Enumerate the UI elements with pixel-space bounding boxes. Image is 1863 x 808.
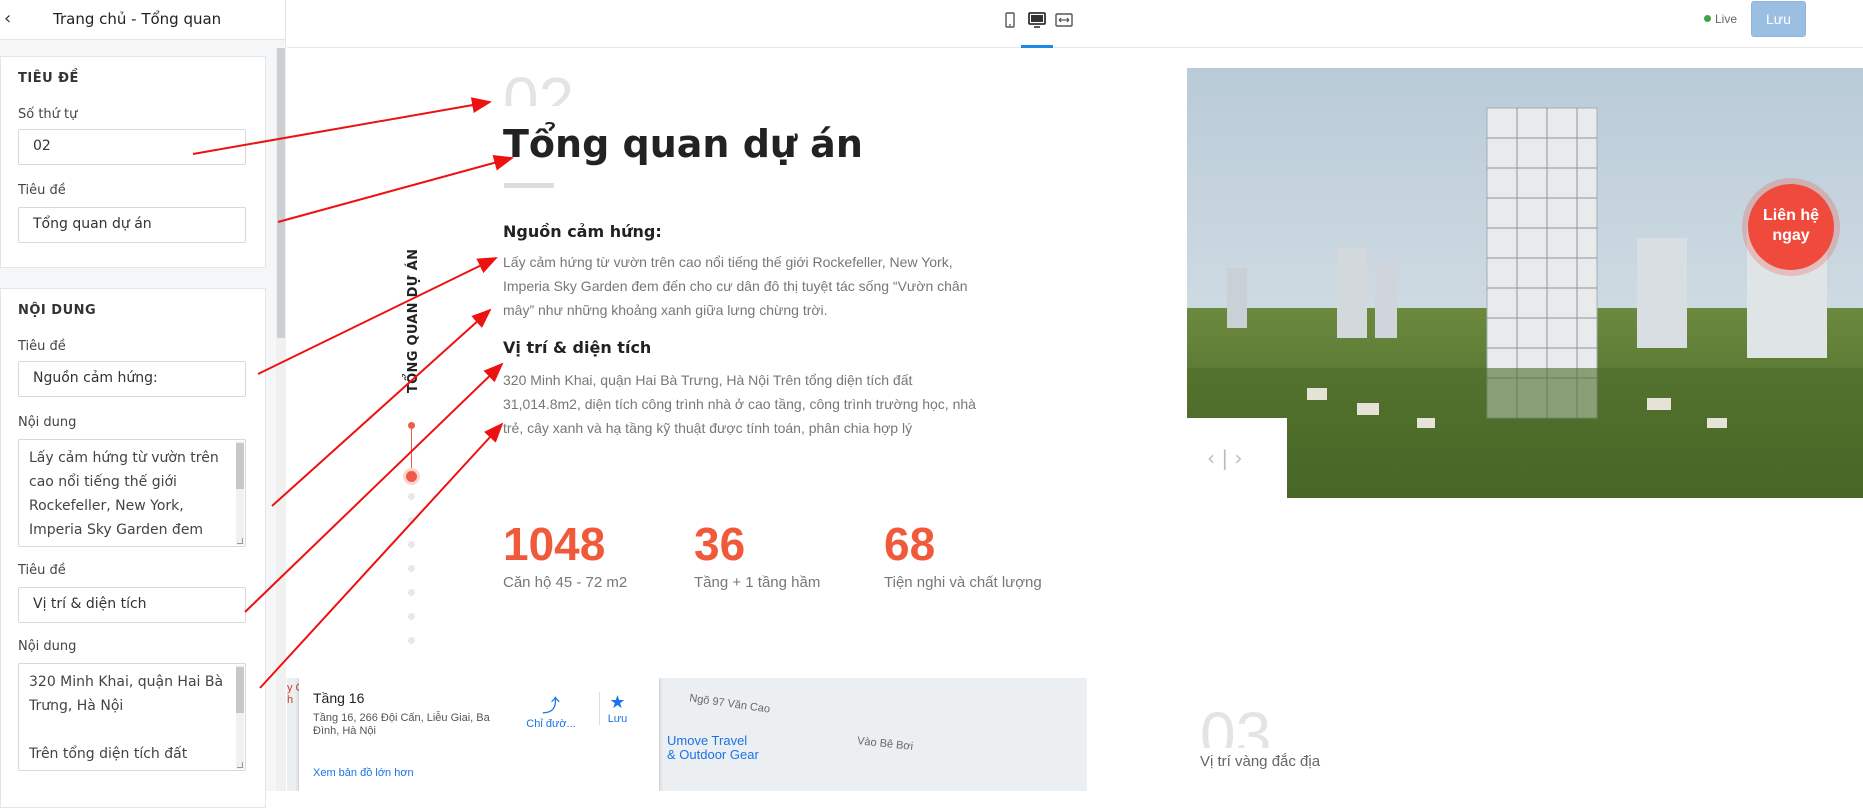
nav-dot[interactable] — [408, 422, 415, 429]
save-button[interactable]: Lưu — [1751, 1, 1806, 37]
content2-textarea[interactable]: 320 Minh Khai, quận Hai Bà Trưng, Hà Nội… — [18, 663, 246, 771]
next-section-number: 03 — [1200, 703, 1272, 748]
map-address: Tầng 16, 266 Đội Cấn, Liễu Giai, Ba Đình… — [313, 712, 490, 737]
map-place-name: Tầng 16 — [313, 690, 365, 706]
cta-line1: Liên hệ — [1762, 207, 1819, 224]
content1-textarea[interactable]: Lấy cảm hứng từ vườn trên cao nổi tiếng … — [18, 439, 246, 547]
editor-sidebar: ‹ Trang chủ - Tổng quan TIÊU ĐỀ Số thứ t… — [0, 0, 286, 808]
directions-icon: ⤴ — [542, 696, 560, 716]
desktop-icon[interactable] — [1027, 10, 1047, 30]
section-title: Tổng quan dự án — [503, 122, 863, 166]
stat-label: Tiện nghi và chất lượng — [884, 574, 1042, 591]
map-save-label: Lưu — [607, 713, 628, 725]
content-title2-label: Tiêu đề — [18, 563, 66, 578]
map-street: Vào Bê Bơi — [856, 735, 914, 753]
stat-apartments: 1048 Căn hộ 45 - 72 m2 — [503, 518, 627, 591]
content1-text: Lấy cảm hứng từ vườn trên cao nổi tiếng … — [29, 450, 219, 538]
title-input[interactable]: Tổng quan dự án — [18, 207, 246, 243]
block1-text: Lấy cảm hứng từ vườn trên cao nổi tiếng … — [503, 254, 968, 318]
number-input[interactable]: 02 — [18, 129, 246, 165]
map-poi[interactable]: Umove Travel & Outdoor Gear — [667, 734, 759, 762]
title-label: Tiêu đề — [18, 183, 66, 198]
content-title1-input[interactable]: Nguồn cảm hứng: — [18, 361, 246, 397]
directions-label: Chỉ đườ... — [526, 718, 576, 730]
next-arrow-icon[interactable]: › — [1234, 446, 1242, 470]
block1-title: Nguồn cảm hứng: — [503, 222, 662, 241]
star-icon: ★ — [609, 692, 626, 712]
slider-arrows: ‹ | › — [1207, 446, 1243, 470]
fullwidth-icon[interactable] — [1054, 10, 1074, 30]
map-corner-label2: h — [287, 694, 294, 706]
content2-line2: Trên tổng diện tích đất — [29, 746, 188, 762]
nav-dot[interactable] — [408, 565, 415, 572]
nav-dot[interactable] — [408, 517, 415, 524]
prev-arrow-icon[interactable]: ‹ — [1207, 446, 1215, 470]
stat-value: 1048 — [503, 518, 606, 570]
page-preview: 02 Tổng quan dự án TỔNG QUAN DỰ ÁN Nguồn… — [287, 48, 1863, 791]
number-label: Số thứ tự — [18, 107, 78, 122]
textarea-scrollbar[interactable] — [236, 441, 244, 545]
live-label: Live — [1715, 12, 1738, 26]
content-title1-label: Tiêu đề — [18, 339, 66, 354]
textarea-scrollbar[interactable] — [236, 665, 244, 769]
map-street: Ngõ 97 Văn Cao — [688, 692, 771, 716]
title-panel: TIÊU ĐỀ Số thứ tự 02 Tiêu đề Tổng quan d… — [0, 56, 266, 268]
nav-dot[interactable] — [408, 613, 415, 620]
resize-handle[interactable] — [237, 762, 243, 768]
live-dot-icon — [1704, 15, 1711, 22]
next-section-subtitle: Vị trí vàng đắc địa — [1200, 753, 1321, 770]
project-photo — [1187, 68, 1863, 498]
contact-cta-button[interactable]: Liên hệ ngay — [1748, 184, 1834, 270]
embedded-map[interactable]: y Cổ Phần h Tầng 16 Tầng 16, 266 Đội Cấn… — [287, 678, 1087, 791]
content2-label: Nội dung — [18, 639, 77, 654]
content1-label: Nội dung — [18, 415, 77, 430]
editor-topbar: Live Lưu — [287, 0, 1863, 48]
back-arrow-icon[interactable]: ‹ — [4, 10, 11, 28]
stat-value: 36 — [694, 518, 746, 570]
title-underline — [504, 183, 554, 188]
content-title2-input[interactable]: Vị trí & diện tích — [18, 587, 246, 623]
nav-dot[interactable] — [408, 637, 415, 644]
directions-button[interactable]: ⤴ Chỉ đườ... — [521, 692, 581, 730]
panel-heading: NỘI DUNG — [18, 303, 97, 318]
nav-dot[interactable] — [408, 541, 415, 548]
section-number: 02 — [503, 68, 575, 106]
larger-map-link[interactable]: Xem bản đồ lớn hơn — [313, 767, 414, 779]
nav-dot[interactable] — [408, 589, 415, 596]
stat-amenities: 68 Tiện nghi và chất lượng — [884, 518, 1042, 591]
cta-line2: ngay — [1772, 227, 1810, 244]
stat-label: Tầng + 1 tầng hầm — [694, 574, 821, 591]
nav-dot[interactable] — [408, 493, 415, 500]
map-place-card: Tầng 16 Tầng 16, 266 Đội Cấn, Liễu Giai,… — [299, 678, 659, 791]
content2-line1: 320 Minh Khai, quận Hai Bà Trưng, Hà Nội — [29, 674, 224, 714]
sidebar-header: ‹ Trang chủ - Tổng quan — [0, 0, 285, 40]
mobile-icon[interactable] — [1000, 10, 1020, 30]
sidebar-scrollbar[interactable] — [276, 48, 286, 791]
live-status: Live — [1704, 12, 1737, 26]
stat-value: 68 — [884, 518, 936, 570]
content-panel: NỘI DUNG Tiêu đề Nguồn cảm hứng: Nội dun… — [0, 288, 266, 808]
map-save-button[interactable]: ★ Lưu — [599, 692, 635, 725]
nav-progress-line — [411, 429, 412, 473]
vertical-section-title: TỔNG QUAN DỰ ÁN — [406, 248, 421, 393]
panel-heading: TIÊU ĐỀ — [18, 71, 79, 86]
stat-floors: 36 Tầng + 1 tầng hầm — [694, 518, 820, 591]
sidebar-title: Trang chủ - Tổng quan — [53, 10, 222, 28]
stat-label: Căn hộ 45 - 72 m2 — [503, 574, 628, 591]
poi-line1: Umove Travel — [667, 733, 748, 748]
block2-text: 320 Minh Khai, quận Hai Bà Trưng, Hà Nội… — [503, 372, 976, 436]
poi-line2: & Outdoor Gear — [667, 747, 759, 762]
nav-dot-active[interactable] — [406, 471, 417, 482]
block2-title: Vị trí & diện tích — [503, 338, 652, 357]
resize-handle[interactable] — [237, 538, 243, 544]
